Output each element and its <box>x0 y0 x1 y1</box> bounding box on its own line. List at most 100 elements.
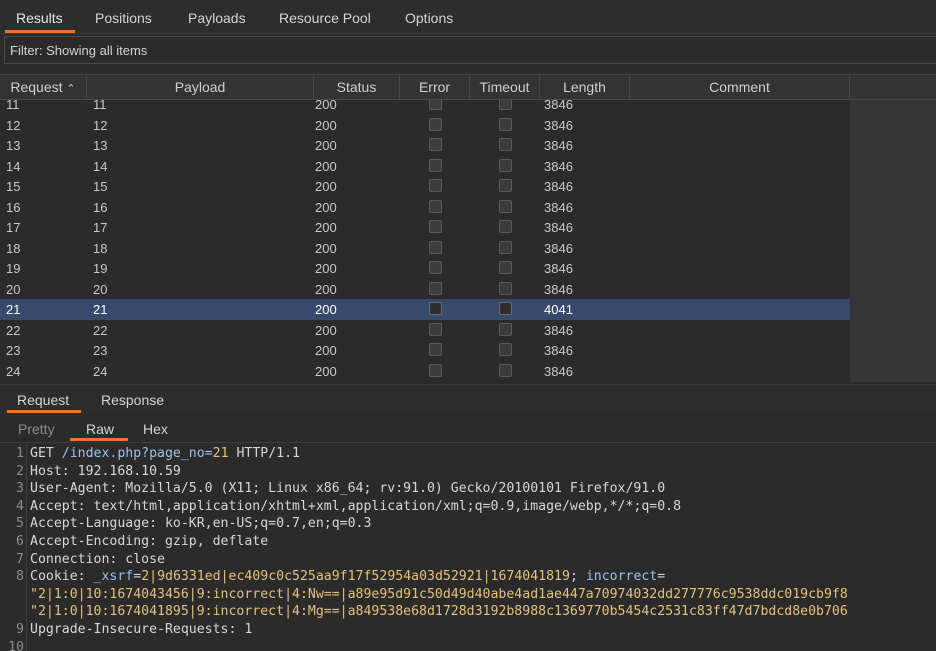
tab-positions[interactable]: Positions <box>95 10 152 32</box>
table-scrollbar[interactable] <box>850 100 936 382</box>
error-checkbox[interactable] <box>429 322 442 336</box>
error-checkbox[interactable] <box>429 302 442 315</box>
response-length: 3846 <box>544 322 573 338</box>
error-checkbox[interactable] <box>429 100 442 110</box>
timeout-checkbox[interactable] <box>499 322 512 336</box>
column-header-timeout[interactable]: Timeout <box>470 75 540 100</box>
line-number-gutter: 1 2 3 4 5 6 7 8 9 10 <box>0 444 27 651</box>
timeout-checkbox[interactable] <box>499 281 512 295</box>
timeout-checkbox[interactable] <box>499 100 512 110</box>
column-header-request[interactable]: Request ⌃ <box>0 75 87 100</box>
status-code: 200 <box>315 100 337 112</box>
status-code: 200 <box>315 158 337 174</box>
error-checkbox[interactable] <box>429 138 442 151</box>
error-checkbox[interactable] <box>429 179 442 192</box>
code-line: Accept-Encoding: gzip, deflate <box>30 534 269 549</box>
error-checkbox[interactable] <box>429 117 442 131</box>
column-header-status[interactable]: Status <box>314 75 400 100</box>
status-code: 200 <box>315 240 337 256</box>
request-number: 18 <box>6 240 21 256</box>
table-row[interactable]: 15 15 200 3846 <box>0 176 850 197</box>
table-row[interactable]: 11 11 200 3846 <box>0 100 850 115</box>
table-row[interactable]: 23 23 200 3846 <box>0 340 850 361</box>
line-number: 9 <box>16 622 24 637</box>
line-number: 10 <box>8 639 24 651</box>
payload-value: 22 <box>93 322 108 338</box>
timeout-checkbox[interactable] <box>499 240 512 254</box>
code-line: "2|1:0|10:1674043456|9:incorrect|4:Nw==|… <box>30 586 848 602</box>
timeout-checkbox[interactable] <box>499 343 512 356</box>
error-checkbox[interactable] <box>429 199 442 213</box>
table-row[interactable]: 24 24 200 3846 <box>0 361 850 382</box>
table-row[interactable]: 17 17 200 3846 <box>0 217 850 238</box>
raw-request-editor[interactable]: 1 2 3 4 5 6 7 8 9 10 GET /index.php?page_no=21 HT… <box>0 444 936 651</box>
tab-results[interactable]: Results <box>16 10 63 32</box>
status-code: 200 <box>315 343 337 358</box>
tab-options[interactable]: Options <box>405 10 453 32</box>
request-number: 20 <box>6 281 21 297</box>
error-checkbox[interactable] <box>429 261 442 274</box>
error-checkbox[interactable] <box>429 363 442 377</box>
filter-bar[interactable]: Filter: Showing all items <box>4 36 936 64</box>
timeout-checkbox[interactable] <box>499 199 512 213</box>
request-number: 11 <box>6 100 20 112</box>
table-row[interactable]: 14 14 200 3846 <box>0 156 850 177</box>
payload-value: 23 <box>93 343 108 358</box>
payload-value: 12 <box>93 117 108 133</box>
timeout-checkbox[interactable] <box>499 261 512 274</box>
table-header: Request ⌃ Payload Status Error Timeout L… <box>0 74 936 100</box>
error-checkbox[interactable] <box>429 343 442 356</box>
table-row[interactable]: 13 13 200 3846 <box>0 135 850 156</box>
line-number: 6 <box>16 534 24 549</box>
timeout-checkbox[interactable] <box>499 220 512 233</box>
timeout-checkbox[interactable] <box>499 179 512 192</box>
payload-value: 16 <box>93 199 108 215</box>
table-row[interactable]: 12 12 200 3846 <box>0 115 850 136</box>
request-number: 19 <box>6 261 21 276</box>
tab-hex[interactable]: Hex <box>143 421 168 437</box>
tab-raw[interactable]: Raw <box>86 421 114 437</box>
table-row[interactable]: 22 22 200 3846 <box>0 320 850 341</box>
status-code: 200 <box>315 138 337 153</box>
tab-payloads[interactable]: Payloads <box>188 10 246 32</box>
error-checkbox[interactable] <box>429 240 442 254</box>
table-row[interactable]: 16 16 200 3846 <box>0 197 850 218</box>
tab-resource-pool[interactable]: Resource Pool <box>279 10 371 32</box>
payload-value: 21 <box>93 302 108 317</box>
column-header-payload[interactable]: Payload <box>87 75 314 100</box>
timeout-checkbox[interactable] <box>499 302 512 315</box>
status-code: 200 <box>315 199 337 215</box>
code-line: Host: 192.168.10.59 <box>30 463 181 479</box>
table-row[interactable]: 19 19 200 3846 <box>0 258 850 279</box>
payload-value: 24 <box>93 363 108 379</box>
response-length: 3846 <box>544 220 573 235</box>
table-row[interactable]: 21 21 200 4041 <box>0 299 850 320</box>
timeout-checkbox[interactable] <box>499 158 512 172</box>
line-number: 2 <box>16 463 24 479</box>
table-row[interactable]: 18 18 200 3846 <box>0 238 850 259</box>
error-checkbox[interactable] <box>429 220 442 233</box>
column-header-length[interactable]: Length <box>540 75 630 100</box>
column-header-comment[interactable]: Comment <box>630 75 850 100</box>
active-message-tab-indicator <box>7 410 81 413</box>
timeout-checkbox[interactable] <box>499 138 512 151</box>
column-header-error[interactable]: Error <box>400 75 470 100</box>
message-tab-bar: Request Response <box>0 384 936 414</box>
response-length: 3846 <box>544 199 573 215</box>
error-checkbox[interactable] <box>429 281 442 295</box>
tab-pretty[interactable]: Pretty <box>18 421 55 437</box>
code-line: Upgrade-Insecure-Requests: 1 <box>30 622 253 637</box>
status-code: 200 <box>315 363 337 379</box>
error-checkbox[interactable] <box>429 158 442 172</box>
tab-response[interactable]: Response <box>101 392 164 408</box>
request-number: 24 <box>6 363 21 379</box>
line-number: 8 <box>16 569 24 585</box>
response-length: 3846 <box>544 138 573 153</box>
status-code: 200 <box>315 302 337 317</box>
table-row[interactable]: 20 20 200 3846 <box>0 279 850 300</box>
timeout-checkbox[interactable] <box>499 363 512 377</box>
tab-request[interactable]: Request <box>17 392 69 408</box>
timeout-checkbox[interactable] <box>499 117 512 131</box>
response-length: 3846 <box>544 261 573 276</box>
code-line: Accept-Language: ko-KR,en-US;q=0.7,en;q=… <box>30 516 372 532</box>
